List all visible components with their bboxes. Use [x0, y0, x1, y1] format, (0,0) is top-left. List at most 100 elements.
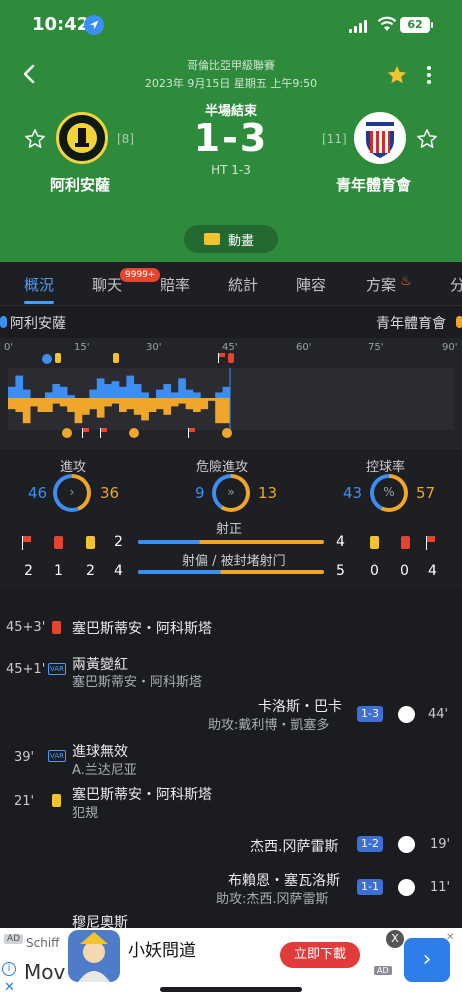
- home-follow-star-icon[interactable]: [24, 128, 46, 154]
- active-tab-indicator: [24, 301, 54, 304]
- away-pressure-bar: [178, 398, 186, 404]
- home-corners-count: 2: [24, 563, 33, 579]
- events-list: 45+3' 塞巴斯蒂安・阿科斯塔 45+1' VAR 兩黃變紅 塞巴斯蒂安・阿科…: [0, 598, 462, 932]
- away-goal-marker-icon: [62, 428, 72, 438]
- away-pressure-bar: [119, 398, 127, 412]
- away-pressure-bar: [15, 398, 24, 412]
- chevron-right-icon: ›: [57, 478, 87, 508]
- var-icon: VAR: [48, 663, 66, 675]
- event-scorer[interactable]: 布賴恩・塞瓦洛斯: [228, 870, 340, 890]
- dangerous-attack-ring: »: [212, 474, 250, 512]
- tab-stats[interactable]: 統計: [228, 274, 258, 295]
- away-team-name[interactable]: 青年體育會: [336, 174, 411, 195]
- ad-download-button[interactable]: 立即下載: [280, 942, 360, 968]
- away-pressure-bar: [111, 398, 120, 404]
- on-target-bar: [138, 540, 324, 544]
- match-timeline[interactable]: 0' 15' 30' 45' 60' 75' 90': [0, 338, 462, 450]
- away-red-count: 0: [400, 563, 409, 579]
- home-pressure-bar: [45, 392, 53, 398]
- home-attack-value: 46: [28, 484, 48, 502]
- timeline-tick: 75': [368, 342, 384, 353]
- red-card-marker-icon: [228, 353, 234, 363]
- tab-chat[interactable]: 聊天: [92, 274, 122, 295]
- home-pressure-bar: [156, 389, 164, 398]
- home-indicator[interactable]: [160, 987, 302, 992]
- yellow-card-marker-icon: [113, 353, 119, 363]
- away-on-target-value: 4: [336, 534, 345, 550]
- chevron-left-icon: [23, 64, 35, 84]
- double-chevron-icon: »: [216, 478, 246, 508]
- away-yellow-count: 0: [370, 563, 379, 579]
- location-icon: [84, 15, 104, 35]
- event-player[interactable]: 塞巴斯蒂安・阿科斯塔: [72, 671, 202, 690]
- ad-title: 小妖問道: [128, 941, 196, 961]
- tab-odds[interactable]: 賠率: [160, 274, 190, 295]
- event-player[interactable]: A.兰达尼亚: [72, 759, 137, 778]
- ad-arrow-button[interactable]: ›: [404, 938, 450, 982]
- league-name[interactable]: 哥倫比亞甲級聯賽: [100, 57, 362, 73]
- away-corner-icon: [426, 536, 436, 550]
- timeline-tick: 0': [4, 342, 14, 353]
- animation-button[interactable]: 動畫: [184, 225, 278, 253]
- away-pressure-bar: [37, 398, 46, 412]
- away-pressure-bar: [74, 398, 83, 424]
- fire-icon: ♨: [400, 274, 412, 289]
- away-pressure-bar: [193, 398, 201, 412]
- away-pressure-bar: [133, 398, 142, 415]
- away-pressure-bar: [126, 398, 135, 410]
- event-assist[interactable]: 助攻:杰西.冈萨雷斯: [216, 888, 329, 907]
- away-goal-marker-icon: [129, 428, 139, 438]
- home-pressure-bar: [59, 386, 68, 398]
- home-team-name[interactable]: 阿利安薩: [50, 174, 110, 195]
- back-button[interactable]: [18, 62, 42, 86]
- away-pressure-bar: [185, 398, 194, 410]
- event-player[interactable]: 塞巴斯蒂安・阿科斯塔: [72, 784, 212, 804]
- home-team-logo[interactable]: [56, 112, 108, 164]
- home-color-dot: [0, 316, 7, 328]
- soccer-ball-icon: [398, 879, 415, 896]
- home-pressure-bar: [193, 392, 201, 398]
- corner-flag-marker-icon: [218, 353, 226, 363]
- timeline-tick: 15': [74, 342, 90, 353]
- animation-label: 動畫: [228, 234, 255, 249]
- home-pressure-bar: [8, 386, 16, 398]
- away-pressure-bar: [222, 398, 231, 424]
- tab-more[interactable]: 分: [450, 274, 462, 295]
- home-off-target-value: 4: [114, 563, 123, 579]
- tab-overview[interactable]: 概況: [24, 274, 54, 295]
- away-team-logo[interactable]: [354, 112, 406, 164]
- event-scorer[interactable]: 杰西.冈萨雷斯: [250, 836, 338, 856]
- timeline-tick: 30': [146, 342, 162, 353]
- home-red-card-icon: [54, 536, 63, 549]
- timeline-tick: 90': [442, 342, 458, 353]
- soccer-ball-icon: [398, 836, 415, 853]
- home-dangerous-value: 9: [195, 484, 205, 502]
- ad-info-icon[interactable]: i: [2, 962, 16, 976]
- tab-lineup[interactable]: 陣容: [296, 274, 326, 295]
- away-pressure-bar: [104, 398, 112, 407]
- ad-app-icon[interactable]: [68, 930, 120, 982]
- event-time: 44': [428, 707, 449, 722]
- more-menu-icon[interactable]: [424, 64, 434, 86]
- away-attack-value: 36: [100, 484, 120, 502]
- away-pressure-bar: [200, 398, 209, 410]
- away-possession-value: 57: [416, 484, 436, 502]
- away-follow-star-icon[interactable]: [416, 128, 438, 154]
- away-pressure-bar: [8, 398, 16, 410]
- event-assist[interactable]: 助攻:戴利博・凱塞多: [208, 714, 329, 733]
- ad-close-x-icon[interactable]: ✕: [4, 980, 15, 995]
- pressure-chart: [8, 368, 454, 430]
- event-scorer[interactable]: 卡洛斯・巴卡: [258, 696, 342, 716]
- favorite-star-icon[interactable]: [386, 64, 408, 90]
- match-header: 10:42 62 哥倫比亞甲級聯賽 2023年 9月15日 星期五 上午9:50…: [0, 0, 462, 262]
- event-score-chip: 1-2: [357, 836, 383, 852]
- ad-brand: Schiff: [26, 936, 60, 950]
- home-pressure-bar: [126, 375, 135, 398]
- event-player[interactable]: 塞巴斯蒂安・阿科斯塔: [72, 618, 212, 638]
- home-yellow-count: 2: [86, 563, 95, 579]
- tab-plan[interactable]: 方案: [366, 274, 396, 295]
- away-pressure-bar: [141, 398, 149, 421]
- home-pressure-bar: [104, 384, 112, 398]
- away-color-dot: [456, 316, 462, 328]
- event-title: 進球無效: [72, 744, 128, 760]
